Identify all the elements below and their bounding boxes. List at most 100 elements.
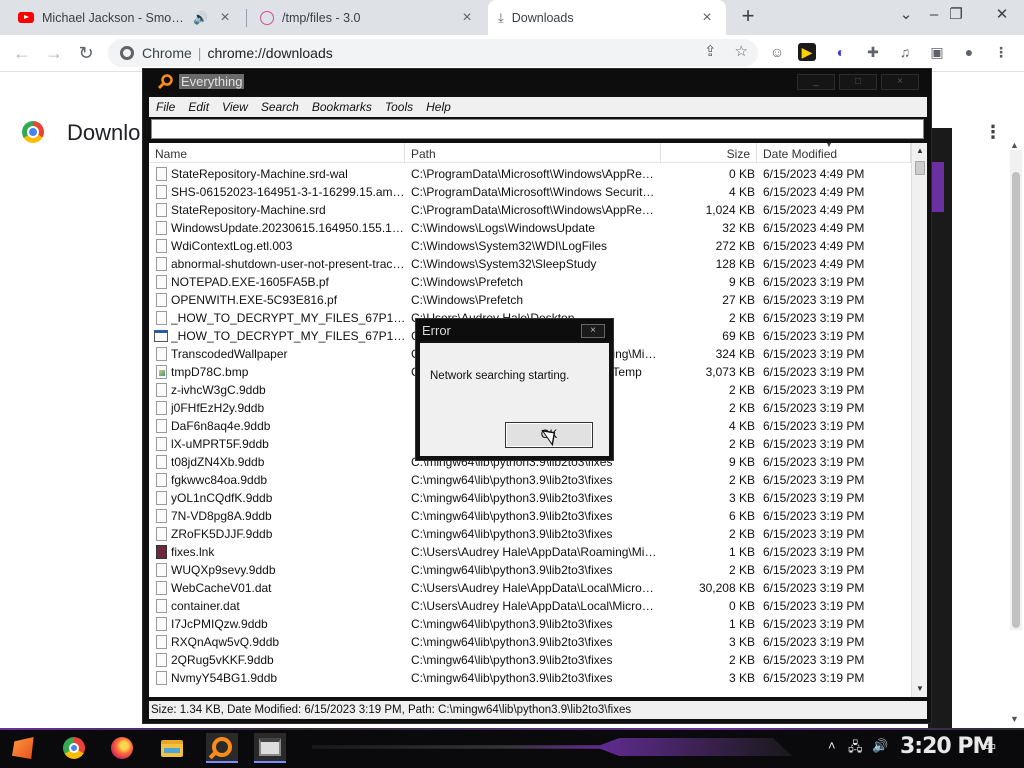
maximize-button[interactable]: □ xyxy=(839,74,877,90)
window-close-button[interactable]: ✕ xyxy=(982,2,1022,30)
file-date: 6/15/2023 3:19 PM xyxy=(763,383,865,397)
scroll-down-icon[interactable]: ▼ xyxy=(912,681,927,697)
taskbar-chrome[interactable] xyxy=(58,733,90,763)
table-row[interactable]: NvmyY54BG1.9ddb C:\mingw64\lib\python3.9\… xyxy=(149,669,911,687)
table-row[interactable]: StateRepository-Machine.srd C:\ProgramDat… xyxy=(149,201,911,219)
table-row[interactable]: yOL1nCQdfK.9ddb C:\mingw64\lib\python3.9\… xyxy=(149,489,911,507)
file-name: WUQXp9sevy.9ddb xyxy=(171,563,276,577)
table-row[interactable]: WebCacheV01.dat C:\Users\Audrey Hale\AppD… xyxy=(149,579,911,597)
table-row[interactable]: ZRoFK5DJJF.9ddb C:\mingw64\lib\python3.9\… xyxy=(149,525,911,543)
table-row[interactable]: abnormal-shutdown-user-not-present-trace… xyxy=(149,255,911,273)
table-row[interactable]: I7JcPMIQzw.9ddb C:\mingw64\lib\python3.9\… xyxy=(149,615,911,633)
menu-tools[interactable]: Tools xyxy=(378,100,419,114)
scroll-thumb[interactable] xyxy=(915,161,925,175)
network-icon[interactable]: 🖧 xyxy=(848,738,863,760)
menu-view[interactable]: View xyxy=(215,100,254,114)
file-date: 6/15/2023 4:49 PM xyxy=(763,203,865,217)
sort-descending-icon: ▼ xyxy=(825,143,833,149)
file-date: 6/15/2023 3:19 PM xyxy=(763,581,865,595)
file-date: 6/15/2023 3:19 PM xyxy=(763,473,865,487)
scroll-down-icon[interactable]: ▼ xyxy=(1010,714,1019,724)
close-button[interactable]: × xyxy=(881,74,919,90)
taskbar-app[interactable] xyxy=(254,733,286,763)
menu-file[interactable]: File xyxy=(149,100,181,114)
address-bar[interactable]: Chrome | chrome://downloads ⇪ ☆ xyxy=(108,39,758,67)
extension-icon[interactable]: ◐ xyxy=(830,41,852,63)
table-row[interactable]: WUQXp9sevy.9ddb C:\mingw64\lib\python3.9\… xyxy=(149,561,911,579)
taskbar-firefox[interactable] xyxy=(106,733,138,763)
close-icon[interactable]: × xyxy=(698,9,716,27)
taskbar-file-explorer[interactable] xyxy=(156,733,188,763)
tab-downloads[interactable]: ⤓ Downloads × xyxy=(488,0,726,35)
table-row[interactable]: WindowsUpdate.20230615.164950.155.1.etl C… xyxy=(149,219,911,237)
column-name[interactable]: Name xyxy=(149,143,405,163)
table-row[interactable]: RXQnAqw5vQ.9ddb C:\mingw64\lib\python3.9\… xyxy=(149,633,911,651)
scroll-up-icon[interactable]: ▲ xyxy=(1010,140,1019,150)
tab-michael-jackson[interactable]: Michael Jackson - Smooth 🔊 × xyxy=(8,0,244,35)
minimize-button[interactable]: _ xyxy=(797,74,835,90)
profile-icon[interactable]: ● xyxy=(958,41,980,63)
file-name: NOTEPAD.EXE-1605FA5B.pf xyxy=(171,275,329,289)
page-scrollbar[interactable] xyxy=(1010,150,1022,630)
menu-bookmarks[interactable]: Bookmarks xyxy=(305,100,378,114)
table-row[interactable]: NOTEPAD.EXE-1605FA5B.pf C:\Windows\Prefet… xyxy=(149,273,911,291)
close-icon[interactable]: × xyxy=(216,9,234,27)
table-row[interactable]: container.dat C:\Users\Audrey Hale\AppDat… xyxy=(149,597,911,615)
table-row[interactable]: WdiContextLog.etl.003 C:\Windows\System32… xyxy=(149,237,911,255)
chevron-up-icon[interactable]: ˄ xyxy=(828,738,836,753)
results-scrollbar[interactable]: ▲ ▼ xyxy=(911,143,927,697)
column-path[interactable]: Path xyxy=(405,143,661,163)
menu-search[interactable]: Search xyxy=(254,100,305,114)
dialog-titlebar[interactable]: Error × xyxy=(416,319,613,341)
table-row[interactable]: StateRepository-Machine.srd-wal C:\Progra… xyxy=(149,165,911,183)
table-row[interactable]: 2QRug5vKKF.9ddb C:\mingw64\lib\python3.9\… xyxy=(149,651,911,669)
file-name: SHS-06152023-164951-3-1-16299.15.amd64f.… xyxy=(171,185,407,199)
media-icon[interactable]: ♫ xyxy=(894,41,916,63)
menu-edit[interactable]: Edit xyxy=(181,100,215,114)
side-panel-icon[interactable]: ▣ xyxy=(926,41,948,63)
taskbar-everything[interactable] xyxy=(206,733,238,763)
file-size: 9 KB xyxy=(728,455,755,469)
everything-icon xyxy=(212,737,232,757)
clock[interactable]: 3:20 PM xyxy=(900,734,994,759)
column-date-modified[interactable]: Date Modified xyxy=(757,143,911,163)
close-icon[interactable]: × xyxy=(581,324,605,338)
scroll-up-icon[interactable]: ▲ xyxy=(912,143,927,159)
speaker-icon[interactable]: 🔊 xyxy=(193,11,208,25)
table-row[interactable]: fixes.lnk C:\Users\Audrey Hale\AppData\Ro… xyxy=(149,543,911,561)
menu-help[interactable]: Help xyxy=(419,100,457,114)
column-size[interactable]: Size xyxy=(661,143,757,163)
file-date: 6/15/2023 3:19 PM xyxy=(763,671,865,685)
table-row[interactable]: SHS-06152023-164951-3-1-16299.15.amd64f.… xyxy=(149,183,911,201)
table-row[interactable]: fgkwwc84oa.9ddb C:\mingw64\lib\python3.9\… xyxy=(149,471,911,489)
close-icon[interactable]: × xyxy=(458,9,476,27)
tab-tmp-files[interactable]: /tmp/files - 3.0 × xyxy=(250,0,486,35)
file-name: I7JcPMIQzw.9ddb xyxy=(171,617,268,631)
table-row[interactable]: OPENWITH.EXE-5C93E816.pf C:\Windows\Prefe… xyxy=(149,291,911,309)
star-icon[interactable]: ☆ xyxy=(735,42,748,60)
puzzle-icon[interactable]: ✚ xyxy=(862,41,884,63)
menu-icon[interactable]: ⋮ xyxy=(990,41,1012,63)
forward-button[interactable]: → xyxy=(40,39,68,67)
file-name: abnormal-shutdown-user-not-present-trace… xyxy=(171,257,407,271)
more-menu-icon[interactable]: ⋮ xyxy=(984,122,1002,143)
new-tab-button[interactable]: + xyxy=(736,5,760,29)
file-icon xyxy=(156,563,167,577)
file-path: C:\ProgramData\Microsoft\Windows\AppRepo… xyxy=(411,203,659,217)
extension-icon[interactable]: ☺ xyxy=(766,41,788,63)
search-input[interactable] xyxy=(151,119,924,139)
chrome-icon xyxy=(120,46,134,60)
notification-icon[interactable]: ▭ xyxy=(984,738,996,754)
file-name: OPENWITH.EXE-5C93E816.pf xyxy=(171,293,338,307)
restore-button[interactable]: ❐ xyxy=(936,2,976,30)
file-size: 30,208 KB xyxy=(698,581,755,595)
file-path: C:\Users\Audrey Hale\AppData\Local\Micro… xyxy=(411,599,659,613)
share-icon[interactable]: ⇪ xyxy=(704,42,717,60)
back-button[interactable]: ← xyxy=(8,39,36,67)
extension-icon[interactable]: ▶ xyxy=(798,43,816,61)
start-button[interactable] xyxy=(8,733,40,763)
volume-icon[interactable]: 🔊 xyxy=(872,738,888,754)
table-row[interactable]: 7N-VD8pg8A.9ddb C:\mingw64\lib\python3.9\… xyxy=(149,507,911,525)
reload-button[interactable]: ↻ xyxy=(72,39,100,67)
everything-titlebar[interactable]: Everything _ □ × xyxy=(143,69,931,95)
